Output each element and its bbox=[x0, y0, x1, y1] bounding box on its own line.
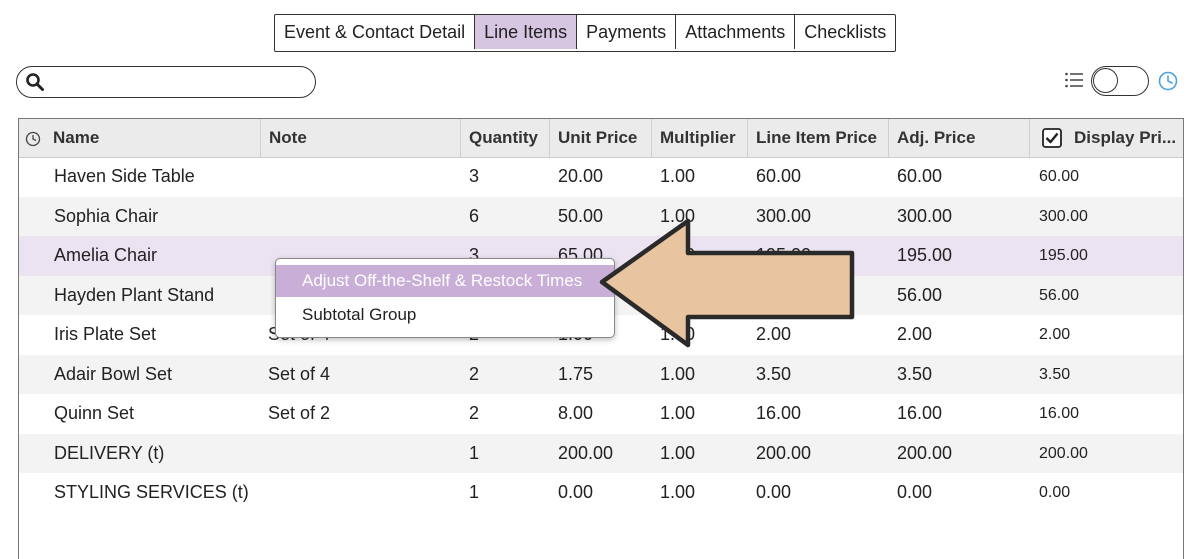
cell-name: Sophia Chair bbox=[54, 205, 159, 226]
cell-adj-price: 60.00 bbox=[897, 166, 943, 186]
cell-name: Iris Plate Set bbox=[54, 324, 157, 344]
cell-adj-price: 300.00 bbox=[897, 205, 953, 226]
search-input[interactable] bbox=[53, 70, 307, 94]
tab-checklists[interactable]: Checklists bbox=[795, 15, 895, 49]
cell-note: Set of 4 bbox=[268, 363, 331, 384]
cell-adj-price: 195.00 bbox=[897, 245, 953, 265]
cell-note: Set of 2 bbox=[268, 403, 331, 423]
tab-bar: Event & Contact Detail Line Items Paymen… bbox=[274, 14, 897, 52]
column-header-multiplier[interactable]: Multiplier bbox=[651, 119, 747, 157]
table-row[interactable]: Haven Side Table 3 20.00 1.00 60.00 60.00 60.0… bbox=[19, 157, 1183, 197]
cell-adj-price: 2.00 bbox=[897, 324, 933, 344]
cell-display-price: 16.00 bbox=[1039, 405, 1080, 422]
column-header-quantity[interactable]: Quantity bbox=[460, 119, 549, 157]
cell-unit-price: 0.00 bbox=[558, 482, 594, 502]
cell-quantity: 2 bbox=[469, 403, 480, 423]
cell-display-price: 56.00 bbox=[1039, 286, 1080, 304]
cell-display-price: 300.00 bbox=[1039, 207, 1088, 225]
cell-quantity: 6 bbox=[469, 205, 480, 226]
cell-multiplier: 1.00 bbox=[660, 166, 696, 186]
tab-attachments[interactable]: Attachments bbox=[676, 15, 796, 49]
tab-line-items[interactable]: Line Items bbox=[475, 15, 578, 49]
cell-name: Quinn Set bbox=[54, 403, 135, 423]
cell-quantity: 1 bbox=[469, 442, 480, 463]
cell-adj-price: 3.50 bbox=[897, 363, 933, 384]
cell-line-item-price: 16.00 bbox=[756, 403, 802, 423]
column-header-adj-price[interactable]: Adj. Price bbox=[888, 119, 1029, 157]
tab-event-contact-detail[interactable]: Event & Contact Detail bbox=[275, 15, 476, 49]
column-header-label: Display Pri... bbox=[1074, 128, 1177, 147]
cell-adj-price: 56.00 bbox=[897, 284, 943, 305]
arrow-annotation bbox=[599, 218, 855, 348]
cell-line-item-price: 200.00 bbox=[756, 442, 812, 463]
column-header-line-item-price[interactable]: Line Item Price bbox=[747, 119, 888, 157]
search-icon bbox=[26, 73, 44, 91]
menu-item-adjust-restock-times[interactable]: Adjust Off-the-Shelf & Restock Times bbox=[276, 265, 614, 297]
view-toggle[interactable] bbox=[1091, 66, 1149, 96]
column-header-label: Name bbox=[53, 128, 100, 147]
checkbox-icon[interactable] bbox=[1042, 128, 1062, 148]
cell-display-price: 0.00 bbox=[1039, 484, 1071, 501]
clock-icon bbox=[25, 131, 41, 147]
cell-unit-price: 8.00 bbox=[558, 403, 594, 423]
column-header-unit-price[interactable]: Unit Price bbox=[549, 119, 651, 157]
cell-unit-price: 20.00 bbox=[558, 166, 604, 186]
table-row[interactable]: Quinn Set Set of 2 2 8.00 1.00 16.00 16.00 16.0… bbox=[19, 394, 1183, 434]
cell-name: Adair Bowl Set bbox=[54, 363, 173, 384]
cell-adj-price: 200.00 bbox=[897, 442, 953, 463]
column-header-display-price[interactable]: Display Pri... bbox=[1029, 119, 1183, 157]
cell-quantity: 2 bbox=[469, 363, 480, 384]
cell-unit-price: 1.75 bbox=[558, 363, 594, 384]
menu-item-subtotal-group[interactable]: Subtotal Group bbox=[276, 299, 614, 331]
tab-payments[interactable]: Payments bbox=[577, 15, 677, 49]
search-box[interactable] bbox=[16, 66, 316, 98]
cell-adj-price: 16.00 bbox=[897, 403, 943, 423]
table-header: Name Note Quantity Unit Price Multiplier… bbox=[19, 119, 1183, 158]
cell-multiplier: 1.00 bbox=[660, 442, 696, 463]
table-row[interactable]: STYLING SERVICES (t) 1 0.00 1.00 0.00 0.00 0.0… bbox=[19, 473, 1183, 513]
cell-name: Amelia Chair bbox=[54, 245, 158, 265]
list-icon[interactable] bbox=[1064, 70, 1084, 90]
column-header-note[interactable]: Note bbox=[260, 119, 460, 157]
cell-line-item-price: 60.00 bbox=[756, 166, 802, 186]
table-row[interactable]: DELIVERY (t) 1 200.00 1.00 200.00 200.00 200.0… bbox=[19, 433, 1183, 473]
cell-quantity: 3 bbox=[469, 166, 480, 186]
cell-unit-price: 200.00 bbox=[558, 442, 614, 463]
cell-name: DELIVERY (t) bbox=[54, 442, 165, 463]
column-header-name[interactable]: Name bbox=[19, 119, 260, 157]
clock-icon[interactable] bbox=[1157, 70, 1179, 92]
toggle-knob bbox=[1093, 68, 1118, 93]
cell-display-price: 2.00 bbox=[1039, 326, 1071, 343]
cell-name: Hayden Plant Stand bbox=[54, 284, 215, 305]
cell-adj-price: 0.00 bbox=[897, 482, 933, 502]
cell-multiplier: 1.00 bbox=[660, 482, 696, 502]
cell-display-price: 195.00 bbox=[1039, 247, 1088, 264]
cell-display-price: 60.00 bbox=[1039, 168, 1080, 185]
cell-display-price: 200.00 bbox=[1039, 444, 1088, 462]
cell-quantity: 1 bbox=[469, 482, 480, 502]
cell-multiplier: 1.00 bbox=[660, 403, 696, 423]
cell-name: STYLING SERVICES (t) bbox=[54, 482, 249, 502]
context-menu: Adjust Off-the-Shelf & Restock Times Sub… bbox=[275, 258, 615, 338]
cell-name: Haven Side Table bbox=[54, 166, 195, 186]
cell-display-price: 3.50 bbox=[1039, 365, 1071, 383]
cell-line-item-price: 0.00 bbox=[756, 482, 792, 502]
